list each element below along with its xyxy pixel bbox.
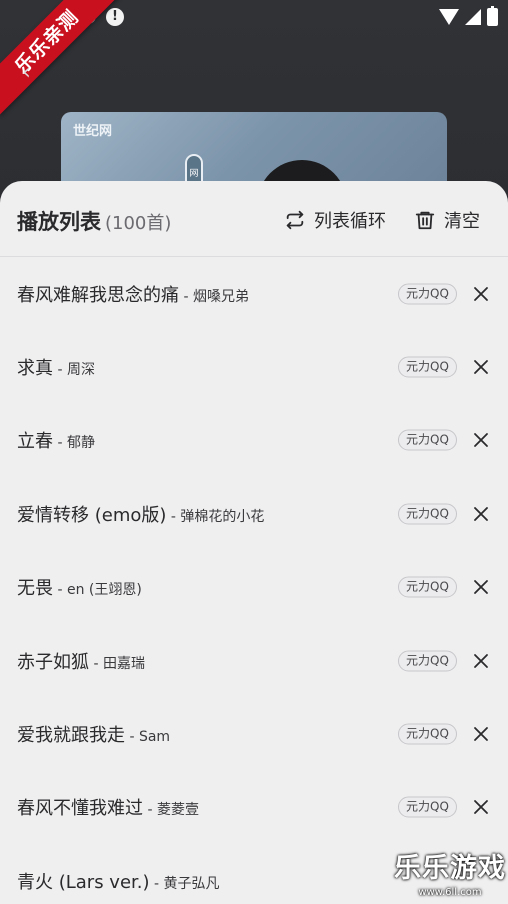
song-info: 春风不懂我难过 - 菱菱壹 xyxy=(17,794,199,820)
song-row[interactable]: 求真 - 周深 元力QQ xyxy=(0,330,508,403)
clear-label: 清空 xyxy=(444,211,480,232)
alert-icon: ! xyxy=(106,8,124,26)
song-artist: 烟嗓兄弟 xyxy=(192,288,249,305)
song-separator: - xyxy=(53,582,67,599)
loop-mode-label: 列表循环 xyxy=(314,211,386,232)
song-artist: 田嘉瑞 xyxy=(102,655,145,672)
song-row[interactable]: 春风不懂我难过 - 菱菱壹 元力QQ xyxy=(0,771,508,844)
song-title: 青火 (Lars ver.) xyxy=(17,871,150,893)
song-separator: - xyxy=(125,729,139,746)
close-icon[interactable] xyxy=(472,798,490,816)
song-artist: 黄子弘凡 xyxy=(163,875,220,892)
song-info: 青火 (Lars ver.) - 黄子弘凡 xyxy=(17,868,219,894)
song-info: 春风难解我思念的痛 - 烟嗓兄弟 xyxy=(17,281,249,307)
site-watermark: 乐乐游戏 www.6ll.com xyxy=(392,852,508,904)
repeat-icon xyxy=(286,210,304,230)
close-icon[interactable] xyxy=(472,285,490,303)
status-right-group xyxy=(439,6,498,27)
song-title: 爱我就跟我走 xyxy=(17,725,125,747)
battery-charging-icon xyxy=(487,6,498,26)
close-icon[interactable] xyxy=(472,505,490,523)
song-row[interactable]: 爱情转移 (emo版) - 弹棉花的小花 元力QQ xyxy=(0,477,508,550)
song-info: 赤子如狐 - 田嘉瑞 xyxy=(17,648,145,674)
signal-icon xyxy=(465,9,481,25)
watermark-title: 乐乐游戏 xyxy=(394,853,506,884)
song-list: 春风难解我思念的痛 - 烟嗓兄弟 元力QQ 求真 - 周深 元力QQ 立春 - … xyxy=(0,257,508,904)
song-separator: - xyxy=(149,875,164,892)
source-badge: 元力QQ xyxy=(398,650,457,672)
song-title: 春风难解我思念的痛 xyxy=(17,284,179,306)
close-icon[interactable] xyxy=(472,358,490,376)
loop-mode-button[interactable]: 列表循环 xyxy=(284,207,386,233)
song-title: 爱情转移 (emo版) xyxy=(17,504,167,526)
song-separator: - xyxy=(143,802,157,819)
song-artist: 弹棉花的小花 xyxy=(180,508,265,525)
playlist-sheet: 播放列表 (100首) 列表循环 清空 春风难解我思念的痛 - 烟嗓兄弟 元力QQ xyxy=(0,181,508,904)
source-badge: 元力QQ xyxy=(398,356,457,378)
song-row[interactable]: 爱我就跟我走 - Sam 元力QQ xyxy=(0,697,508,770)
song-separator: - xyxy=(53,362,67,379)
song-title: 无畏 xyxy=(17,578,53,600)
song-info: 爱我就跟我走 - Sam xyxy=(17,721,170,747)
song-row[interactable]: 无畏 - en (王翊恩) 元力QQ xyxy=(0,551,508,624)
trash-icon xyxy=(415,211,435,230)
close-icon[interactable] xyxy=(472,652,490,670)
song-artist: 菱菱壹 xyxy=(156,802,199,819)
playlist-title: 播放列表 (100首) xyxy=(17,206,171,236)
source-badge: 元力QQ xyxy=(398,503,457,525)
song-title: 赤子如狐 xyxy=(17,651,89,673)
song-row[interactable]: 立春 - 郁静 元力QQ xyxy=(0,404,508,477)
watermark-url: www.6ll.com xyxy=(418,887,482,898)
source-badge: 元力QQ xyxy=(398,723,457,745)
song-artist: en (王翊恩) xyxy=(66,582,142,599)
song-separator: - xyxy=(53,435,67,452)
song-artist: 郁静 xyxy=(66,435,95,452)
song-title: 春风不懂我难过 xyxy=(17,798,143,820)
song-row[interactable]: 春风难解我思念的痛 - 烟嗓兄弟 元力QQ xyxy=(0,257,508,330)
song-separator: - xyxy=(179,288,193,305)
song-separator: - xyxy=(166,508,181,525)
close-icon[interactable] xyxy=(472,578,490,596)
cover-logo: 世纪网 xyxy=(73,124,113,139)
song-title: 求真 xyxy=(17,358,53,380)
clear-playlist-button[interactable]: 清空 xyxy=(414,207,480,233)
playlist-header: 播放列表 (100首) 列表循环 清空 xyxy=(0,181,508,257)
back-icon[interactable]: ‹ xyxy=(22,60,31,85)
song-artist: Sam xyxy=(138,729,171,746)
source-badge: 元力QQ xyxy=(398,429,457,451)
song-info: 无畏 - en (王翊恩) xyxy=(17,574,142,600)
close-icon[interactable] xyxy=(472,431,490,449)
song-info: 立春 - 郁静 xyxy=(17,427,95,453)
song-artist: 周深 xyxy=(66,362,95,379)
playlist-count: (100首) xyxy=(105,213,172,234)
song-info: 求真 - 周深 xyxy=(17,354,95,380)
source-badge: 元力QQ xyxy=(398,576,457,598)
source-badge: 元力QQ xyxy=(398,283,457,305)
song-title: 立春 xyxy=(17,431,53,453)
song-separator: - xyxy=(89,655,103,672)
wifi-icon xyxy=(439,9,459,25)
song-row[interactable]: 赤子如狐 - 田嘉瑞 元力QQ xyxy=(0,624,508,697)
song-info: 爱情转移 (emo版) - 弹棉花的小花 xyxy=(17,501,264,527)
source-badge: 元力QQ xyxy=(398,796,457,818)
close-icon[interactable] xyxy=(472,725,490,743)
playlist-title-text: 播放列表 xyxy=(17,210,101,234)
